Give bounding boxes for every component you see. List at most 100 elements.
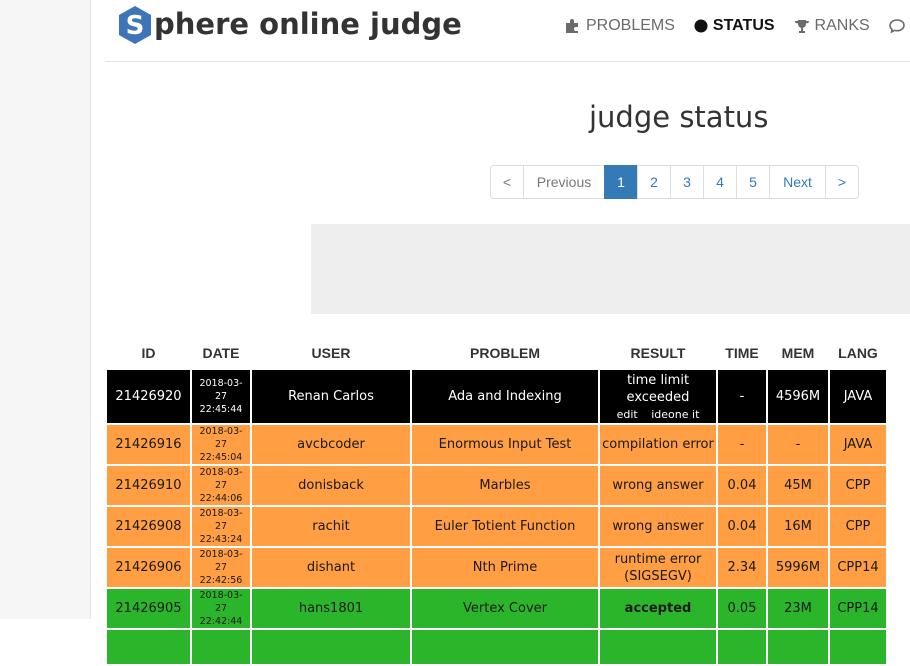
time-value: 22:42:44 xyxy=(199,616,243,627)
date-value: 2018-03-27 xyxy=(199,378,243,402)
pagination-page-1[interactable]: 1 xyxy=(604,165,638,199)
col-header-id[interactable]: ID xyxy=(107,338,190,368)
site-logo[interactable]: S phere online judge xyxy=(117,5,462,45)
submission-problem[interactable]: Ada and Indexing xyxy=(412,370,598,423)
submission-result: accepted xyxy=(600,589,716,628)
time-value: 22:44:06 xyxy=(199,493,243,504)
col-header-time[interactable]: TIME xyxy=(718,338,766,368)
partial-cell xyxy=(107,630,190,664)
submission-mem: 16M xyxy=(768,507,828,546)
table-row: 21426916 2018-03-27 22:45:04 avcbcoder En… xyxy=(107,425,886,464)
submission-user[interactable]: hans1801 xyxy=(252,589,410,628)
partial-cell xyxy=(600,630,716,664)
submission-time: 0.05 xyxy=(718,589,766,628)
table-row: 21426910 2018-03-27 22:44:06 donisback Ma… xyxy=(107,466,886,505)
status-table: ID DATE USER PROBLEM RESULT TIME MEM LAN… xyxy=(105,336,888,666)
submission-date: 2018-03-27 22:43:24 xyxy=(192,507,250,546)
submission-time: - xyxy=(718,370,766,423)
left-gutter xyxy=(0,0,91,619)
submission-time: - xyxy=(718,425,766,464)
site-name: phere online judge xyxy=(154,7,462,41)
pagination-last-button[interactable]: > xyxy=(825,165,859,199)
table-row: 21426908 2018-03-27 22:43:24 rachit Euler… xyxy=(107,507,886,546)
partial-cell xyxy=(718,630,766,664)
edit-link[interactable]: edit xyxy=(617,408,638,421)
ideone-link[interactable]: ideone it xyxy=(651,408,699,421)
time-value: 22:45:44 xyxy=(199,404,243,415)
pagination-next-button[interactable]: Next xyxy=(769,165,826,199)
submission-user[interactable]: dishant xyxy=(252,548,410,587)
submission-id[interactable]: 21426908 xyxy=(107,507,190,546)
nav-status-label: STATUS xyxy=(712,17,775,34)
submission-id[interactable]: 21426916 xyxy=(107,425,190,464)
nav-status[interactable]: STATUS xyxy=(694,17,775,35)
submission-user[interactable]: rachit xyxy=(252,507,410,546)
submission-result: wrong answer xyxy=(600,507,716,546)
hexagon-logo-icon: S xyxy=(117,5,153,45)
submission-result: compilation error xyxy=(600,425,716,464)
submission-id[interactable]: 21426910 xyxy=(107,466,190,505)
col-header-user[interactable]: USER xyxy=(252,338,410,368)
pagination-first-button[interactable]: < xyxy=(490,165,524,199)
submission-date: 2018-03-27 22:42:56 xyxy=(192,548,250,587)
main-nav: PROBLEMS STATUS RANKS xyxy=(565,17,910,35)
col-header-problem[interactable]: PROBLEM xyxy=(412,338,598,368)
table-row-partial xyxy=(107,630,886,664)
pagination: < Previous 1 2 3 4 5 Next > xyxy=(490,165,859,199)
date-value: 2018-03-27 xyxy=(199,426,243,450)
submission-user[interactable]: avcbcoder xyxy=(252,425,410,464)
page-title: judge status xyxy=(589,100,769,134)
date-value: 2018-03-27 xyxy=(199,590,243,614)
submission-user[interactable]: Renan Carlos xyxy=(252,370,410,423)
pagination-previous-button[interactable]: Previous xyxy=(523,165,605,199)
chat-bubble-icon xyxy=(888,19,905,33)
submission-id[interactable]: 21426906 xyxy=(107,548,190,587)
nav-problems-label: PROBLEMS xyxy=(586,17,675,34)
submission-time: 0.04 xyxy=(718,507,766,546)
col-header-date[interactable]: DATE xyxy=(192,338,250,368)
result-text: time limit exceeded xyxy=(626,373,690,405)
col-header-mem[interactable]: MEM xyxy=(768,338,828,368)
date-value: 2018-03-27 xyxy=(199,508,243,532)
table-row: 21426905 2018-03-27 22:42:44 hans1801 Ver… xyxy=(107,589,886,628)
date-value: 2018-03-27 xyxy=(199,467,243,491)
date-value: 2018-03-27 xyxy=(199,549,243,573)
submission-problem[interactable]: Marbles xyxy=(412,466,598,505)
filled-circle-icon xyxy=(694,19,708,33)
submission-id[interactable]: 21426905 xyxy=(107,589,190,628)
submission-id[interactable]: 21426920 xyxy=(107,370,190,423)
time-value: 22:43:24 xyxy=(199,534,243,545)
pagination-page-2[interactable]: 2 xyxy=(637,165,671,199)
table-row: 21426920 2018-03-27 22:45:44 Renan Carlos… xyxy=(107,370,886,423)
submission-result: time limit exceeded edit ideone it xyxy=(600,370,716,423)
pagination-page-5[interactable]: 5 xyxy=(736,165,770,199)
pagination-page-4[interactable]: 4 xyxy=(703,165,737,199)
partial-cell xyxy=(830,630,886,664)
time-value: 22:42:56 xyxy=(199,575,243,586)
pagination-page-3[interactable]: 3 xyxy=(670,165,704,199)
col-header-lang[interactable]: LANG xyxy=(830,338,886,368)
time-value: 22:45:04 xyxy=(199,452,243,463)
submission-mem: 23M xyxy=(768,589,828,628)
site-header: S phere online judge PROBLEMS STATUS RAN… xyxy=(105,0,910,62)
submission-problem[interactable]: Euler Totient Function xyxy=(412,507,598,546)
submission-mem: 5996M xyxy=(768,548,828,587)
col-header-result[interactable]: RESULT xyxy=(600,338,716,368)
submission-date: 2018-03-27 22:45:44 xyxy=(192,370,250,423)
submission-user[interactable]: donisback xyxy=(252,466,410,505)
puzzle-icon xyxy=(565,19,581,33)
submission-mem: - xyxy=(768,425,828,464)
submission-time: 0.04 xyxy=(718,466,766,505)
nav-problems[interactable]: PROBLEMS xyxy=(565,17,675,35)
submission-time: 2.34 xyxy=(718,548,766,587)
nav-discuss[interactable] xyxy=(888,17,910,35)
nav-ranks[interactable]: RANKS xyxy=(794,17,870,35)
submission-problem[interactable]: Enormous Input Test xyxy=(412,425,598,464)
submission-problem[interactable]: Vertex Cover xyxy=(412,589,598,628)
submission-result: wrong answer xyxy=(600,466,716,505)
submission-problem[interactable]: Nth Prime xyxy=(412,548,598,587)
submission-result: runtime error (SIGSEGV) xyxy=(600,548,716,587)
trophy-icon xyxy=(794,19,810,34)
logo-letter: S xyxy=(126,11,145,41)
table-row: 21426906 2018-03-27 22:42:56 dishant Nth … xyxy=(107,548,886,587)
